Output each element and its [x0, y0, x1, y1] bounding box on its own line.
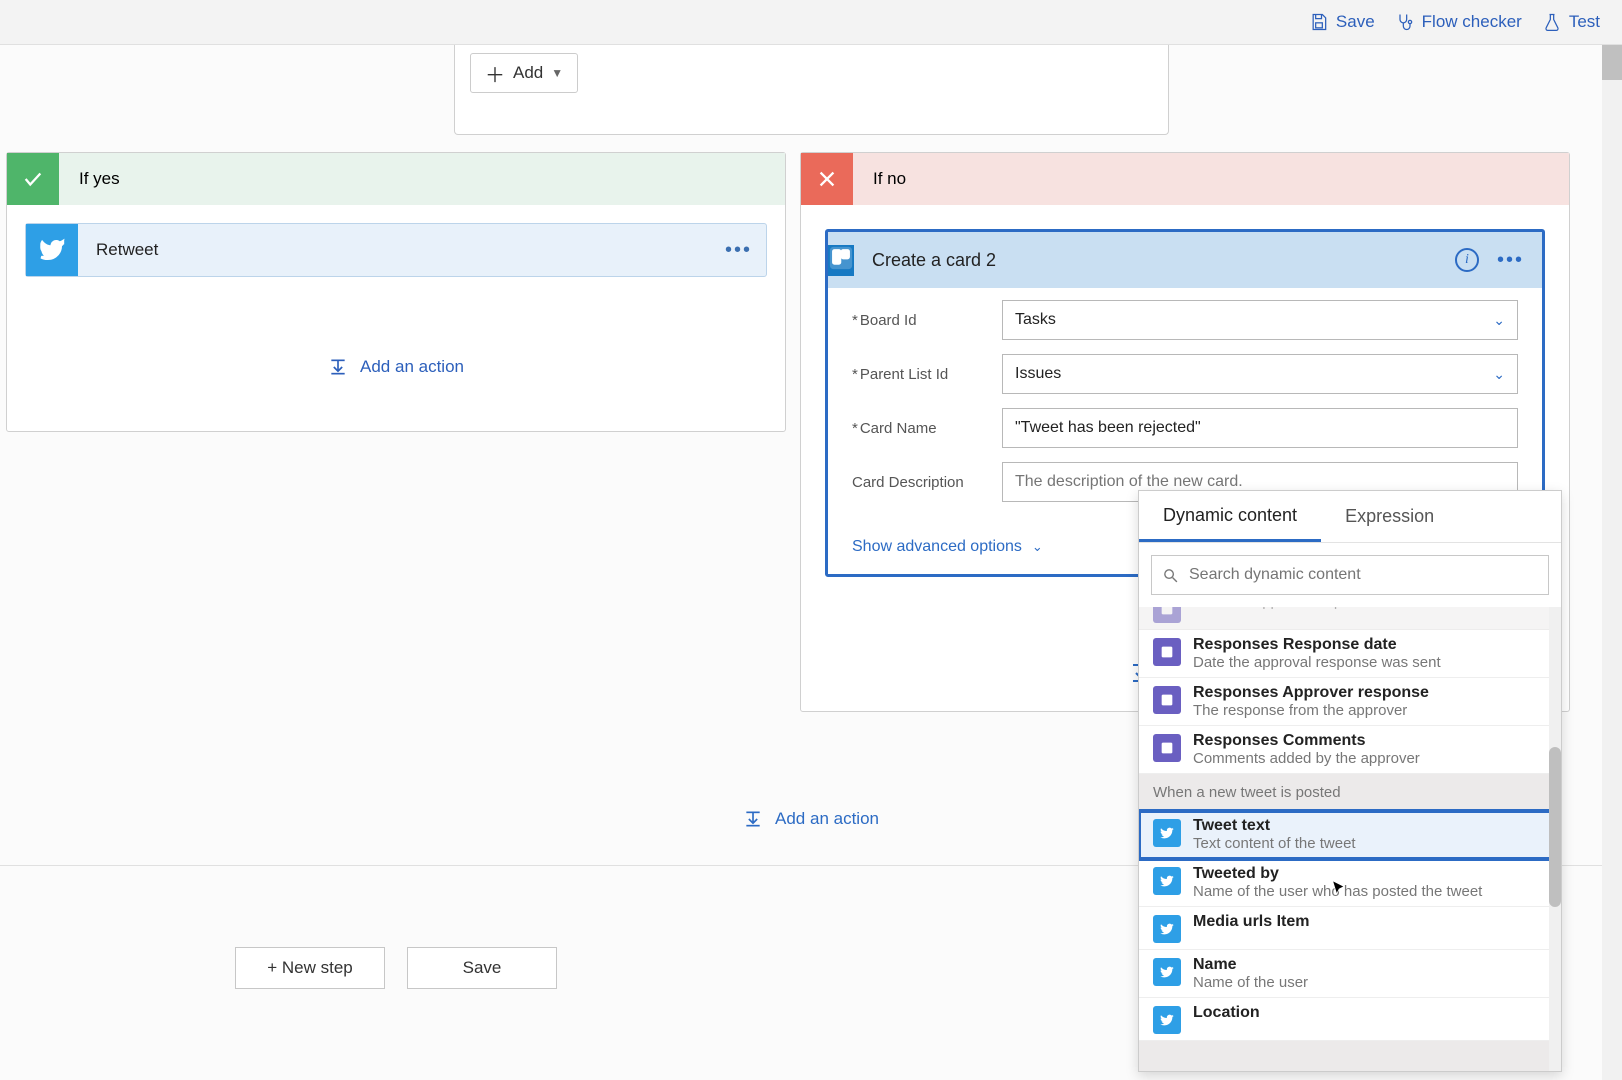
info-icon[interactable]: i — [1455, 248, 1479, 272]
add-action-label: Add an action — [360, 357, 464, 377]
dynamic-item[interactable]: Location — [1139, 998, 1561, 1041]
tab-dynamic-content[interactable]: Dynamic content — [1139, 491, 1321, 542]
approvals-icon — [1153, 734, 1181, 762]
if-yes-branch: If yes Retweet ••• Add an action — [6, 152, 786, 432]
if-yes-header[interactable]: If yes — [7, 153, 785, 205]
save-button[interactable]: Save — [1309, 12, 1375, 32]
flow-checker-button[interactable]: Flow checker — [1395, 12, 1522, 32]
retweet-title: Retweet — [96, 240, 158, 260]
vertical-scrollbar[interactable] — [1602, 45, 1622, 1080]
stethoscope-icon — [1395, 12, 1415, 32]
dynamic-item[interactable]: Name Name of the user — [1139, 950, 1561, 998]
twitter-icon — [1153, 958, 1181, 986]
twitter-icon — [1153, 819, 1181, 847]
chevron-down-icon: ⌄ — [1493, 366, 1505, 383]
retweet-action-card[interactable]: Retweet ••• — [25, 223, 767, 277]
popover-scroll: Date the approval request was sent Respo… — [1139, 607, 1561, 1071]
close-icon — [801, 153, 853, 205]
if-no-header[interactable]: If no — [801, 153, 1569, 205]
card-name-value: "Tweet has been rejected" — [1015, 419, 1201, 437]
card-name-label: *Card Name — [852, 420, 1002, 437]
approvals-icon — [1153, 638, 1181, 666]
search-icon — [1162, 567, 1179, 584]
dynamic-item[interactable]: Responses Approver response The response… — [1139, 678, 1561, 726]
trello-icon — [828, 245, 854, 276]
flow-canvas: ＋ Add ▼ If yes Retweet ••• Add an ac — [0, 45, 1622, 1080]
twitter-icon — [26, 224, 78, 276]
insert-step-icon — [743, 809, 763, 829]
create-card-title: Create a card 2 — [872, 250, 1437, 271]
add-action-yes[interactable]: Add an action — [7, 357, 785, 377]
dynamic-item[interactable]: Responses Comments Comments added by the… — [1139, 726, 1561, 774]
create-card-header[interactable]: Create a card 2 i ••• — [828, 232, 1542, 288]
tab-expression[interactable]: Expression — [1321, 491, 1458, 542]
chevron-down-icon: ⌄ — [1493, 312, 1505, 329]
board-id-value: Tasks — [1015, 311, 1056, 329]
check-icon — [7, 153, 59, 205]
test-button[interactable]: Test — [1542, 12, 1600, 32]
add-label: Add — [513, 63, 543, 83]
test-label: Test — [1569, 12, 1600, 32]
scrollbar-thumb[interactable] — [1602, 45, 1622, 80]
create-card-form: *Board Id Tasks ⌄ *Parent List Id Issues… — [828, 288, 1542, 524]
add-action-bottom[interactable]: Add an action — [743, 809, 879, 829]
save-icon — [1309, 12, 1329, 32]
save-flow-button[interactable]: Save — [407, 947, 557, 989]
twitter-icon — [1153, 915, 1181, 943]
popover-scrollbar-thumb[interactable] — [1549, 747, 1561, 907]
dynamic-item-partial[interactable]: Date the approval request was sent — [1139, 607, 1561, 630]
dynamic-group-header: When a new tweet is posted — [1139, 774, 1561, 811]
card-description-label: Card Description — [852, 474, 1002, 491]
card-description-field[interactable] — [1015, 473, 1505, 491]
parent-list-label: *Parent List Id — [852, 366, 1002, 383]
approvals-icon — [1153, 607, 1181, 623]
footer-buttons: + New step Save — [235, 947, 557, 989]
dynamic-content-popover: Dynamic content Expression Date the appr… — [1138, 490, 1562, 1072]
beaker-icon — [1542, 12, 1562, 32]
advanced-label: Show advanced options — [852, 538, 1022, 556]
add-condition-button[interactable]: ＋ Add ▼ — [470, 53, 578, 93]
top-toolbar: Save Flow checker Test — [0, 0, 1622, 45]
board-id-select[interactable]: Tasks ⌄ — [1002, 300, 1518, 340]
twitter-icon — [1153, 867, 1181, 895]
dynamic-item[interactable]: Media urls Item — [1139, 907, 1561, 950]
save-label: Save — [1336, 12, 1375, 32]
dynamic-item-tweet-text[interactable]: Tweet text Text content of the tweet — [1139, 811, 1561, 859]
search-input[interactable] — [1189, 566, 1538, 584]
insert-step-icon — [328, 357, 348, 377]
dynamic-item[interactable]: Responses Response date Date the approva… — [1139, 630, 1561, 678]
approvals-icon — [1153, 686, 1181, 714]
more-menu-button[interactable]: ••• — [725, 239, 766, 262]
chevron-down-icon: ▼ — [551, 66, 563, 80]
dynamic-item[interactable]: Tweeted by Name of the user who has post… — [1139, 859, 1561, 907]
board-id-label: *Board Id — [852, 312, 1002, 329]
parent-list-select[interactable]: Issues ⌄ — [1002, 354, 1518, 394]
popover-tabs: Dynamic content Expression — [1139, 491, 1561, 543]
twitter-icon — [1153, 1006, 1181, 1034]
if-yes-label: If yes — [79, 169, 120, 189]
if-no-label: If no — [873, 169, 906, 189]
new-step-button[interactable]: + New step — [235, 947, 385, 989]
dynamic-content-search[interactable] — [1151, 555, 1549, 595]
card-name-input[interactable]: "Tweet has been rejected" — [1002, 408, 1518, 448]
popover-scrollbar[interactable] — [1549, 607, 1561, 1071]
flow-checker-label: Flow checker — [1422, 12, 1522, 32]
chevron-down-icon: ⌄ — [1032, 539, 1043, 555]
condition-card: ＋ Add ▼ — [454, 45, 1169, 135]
add-action-label: Add an action — [775, 809, 879, 829]
parent-list-value: Issues — [1015, 365, 1061, 383]
more-menu-button[interactable]: ••• — [1497, 249, 1524, 272]
plus-icon: ＋ — [485, 59, 505, 88]
